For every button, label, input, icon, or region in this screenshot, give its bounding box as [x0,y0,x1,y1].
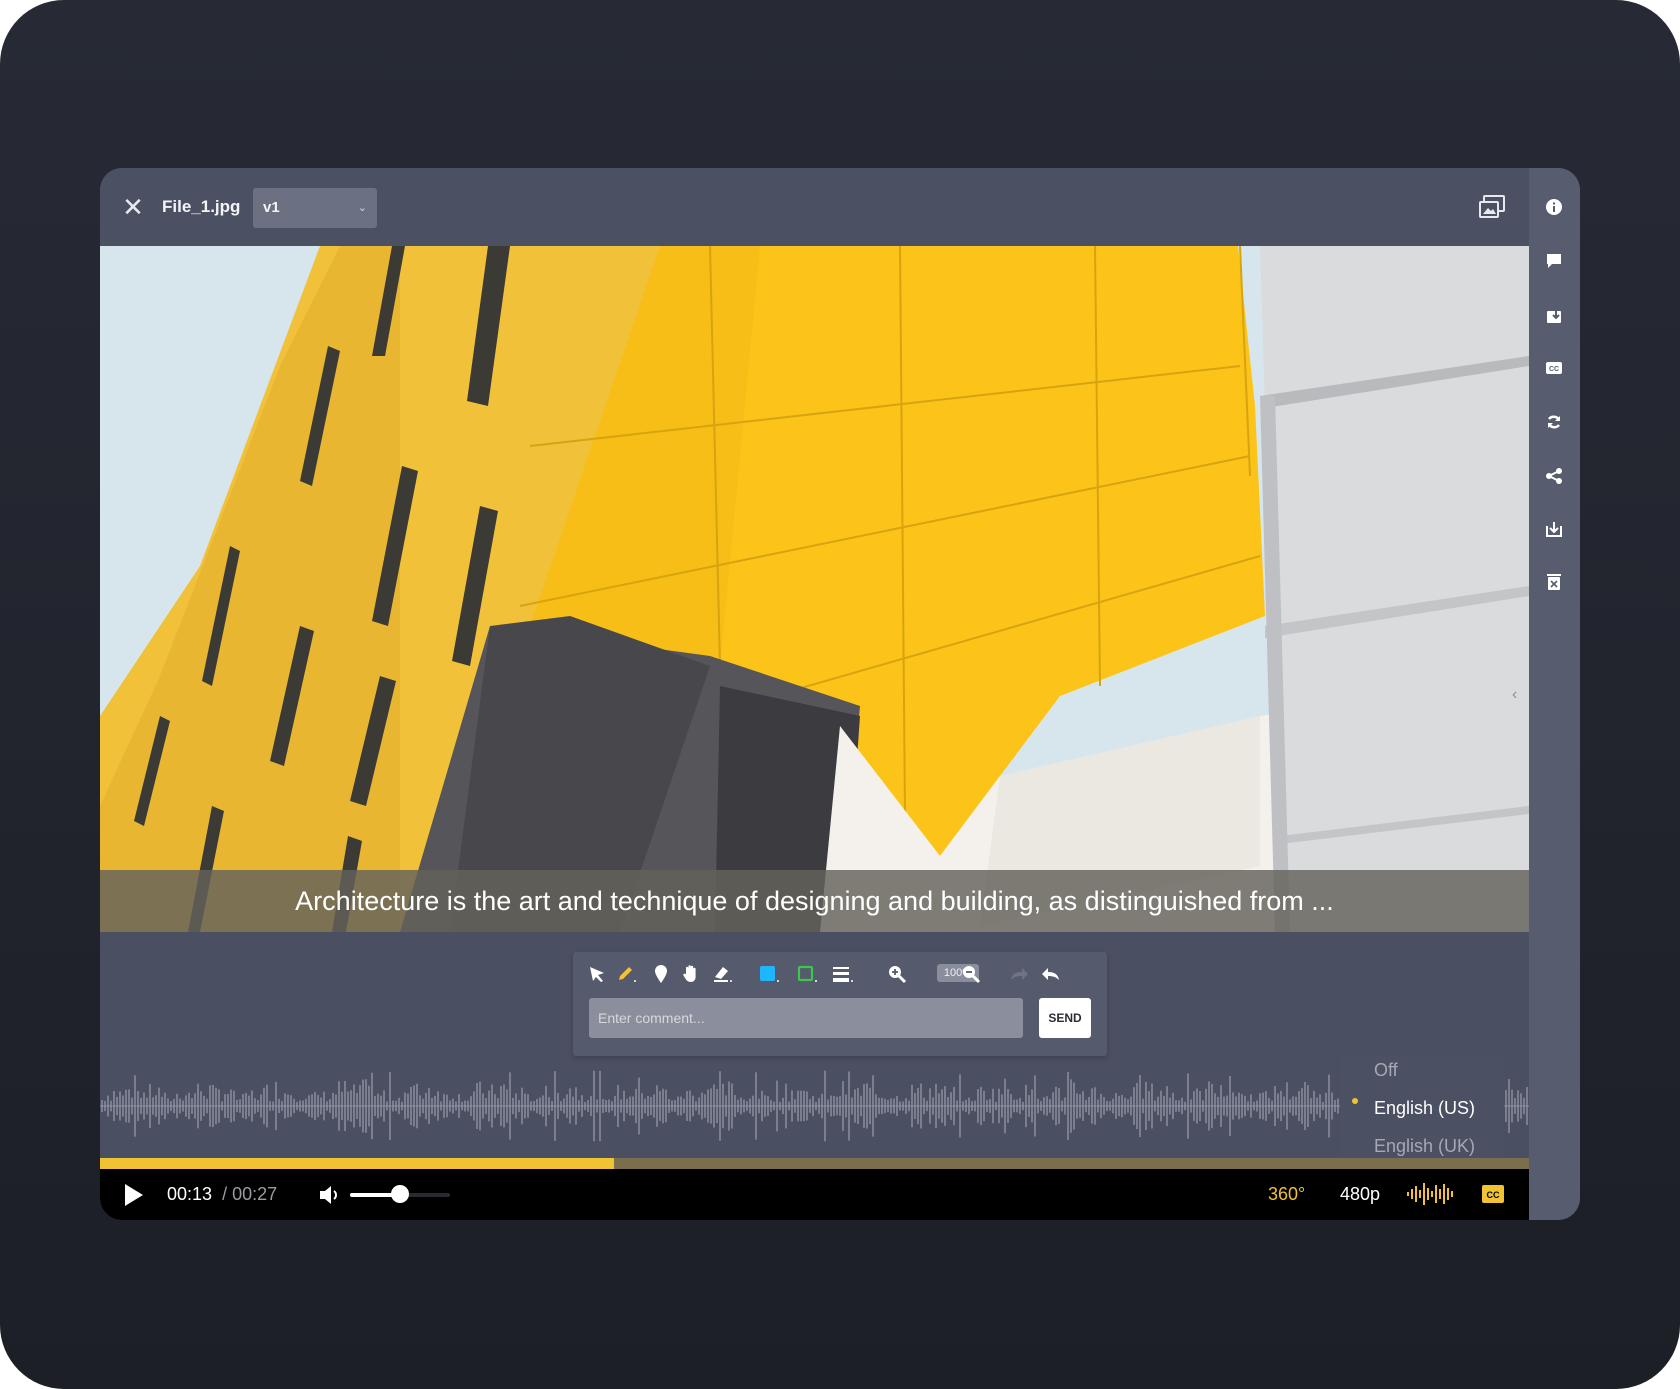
share-icon[interactable] [1541,463,1567,489]
right-sidebar: CC [1529,168,1580,1220]
time-display: 00:13 / 00:27 [167,1169,277,1220]
projection-toggle[interactable]: 360° [1268,1169,1305,1220]
building-photo [100,246,1529,932]
version-upload-icon[interactable] [1541,302,1567,328]
duration: / 00:27 [222,1184,278,1204]
stroke-color-icon[interactable] [795,962,819,986]
zoom-in-icon[interactable] [885,962,909,986]
subtitle-overlay: Architecture is the art and technique of… [100,870,1529,932]
quality-select[interactable]: 480p [1340,1169,1380,1220]
file-viewer-window: ✕ File_1.jpg v1 ⌄ Architecture is the ar… [100,168,1580,1220]
gallery-icon[interactable] [1478,194,1506,220]
file-name: File_1.jpg [162,197,241,216]
volume-knob[interactable] [391,1185,409,1203]
pin-icon[interactable] [649,962,673,986]
pencil-icon[interactable] [615,962,639,986]
svg-text:CC: CC [1487,1190,1500,1200]
audio-waveform[interactable] [100,1066,1529,1146]
selected-indicator [1352,1098,1358,1104]
player-controls: 00:13 / 00:27 360° 480p CC [100,1169,1529,1220]
download-icon[interactable] [1541,516,1567,542]
hand-icon[interactable] [679,962,703,986]
info-icon[interactable] [1541,194,1567,220]
undo-icon[interactable] [1039,962,1063,986]
progress-bar[interactable] [100,1158,1529,1169]
pointer-icon[interactable] [585,962,609,986]
top-bar: ✕ File_1.jpg v1 ⌄ [100,168,1529,246]
play-icon[interactable] [122,1182,146,1208]
refresh-icon[interactable] [1541,409,1567,435]
volume-slider[interactable] [350,1185,450,1203]
progress-fill [100,1158,615,1169]
caption-option-off[interactable]: Off [1374,1060,1398,1081]
captions-menu: Off English (US) English (UK) [1340,1054,1504,1172]
current-time: 00:13 [167,1184,213,1204]
version-select[interactable]: v1 ⌄ [253,188,377,228]
line-width-icon[interactable] [831,962,855,986]
collapse-sidebar-icon[interactable]: ‹ [1512,686,1517,704]
delete-icon[interactable] [1541,569,1567,595]
redo-icon[interactable] [1007,962,1031,986]
close-icon[interactable]: ✕ [118,192,148,222]
device-frame: ✕ File_1.jpg v1 ⌄ Architecture is the ar… [0,0,1680,1389]
caption-option-english-uk[interactable]: English (UK) [1374,1136,1475,1157]
image-viewer[interactable]: Architecture is the art and technique of… [100,246,1529,932]
captions-icon[interactable]: CC [1541,355,1567,381]
zoom-out-icon[interactable] [959,962,983,986]
fill-color-icon[interactable] [757,962,781,986]
chevron-down-icon: ⌄ [357,202,367,214]
closed-captions-icon[interactable]: CC [1481,1182,1505,1206]
version-value: v1 [263,199,280,216]
waveform-toggle-icon[interactable] [1405,1181,1457,1207]
comment-icon[interactable] [1541,248,1567,274]
annotation-toolbar: 100% SEND [573,952,1107,1056]
svg-text:CC: CC [1549,366,1559,373]
send-button[interactable]: SEND [1039,998,1091,1038]
caption-option-english-us[interactable]: English (US) [1374,1098,1475,1119]
comment-input[interactable] [589,998,1023,1038]
volume-icon[interactable] [318,1182,344,1208]
eraser-icon[interactable] [711,962,735,986]
